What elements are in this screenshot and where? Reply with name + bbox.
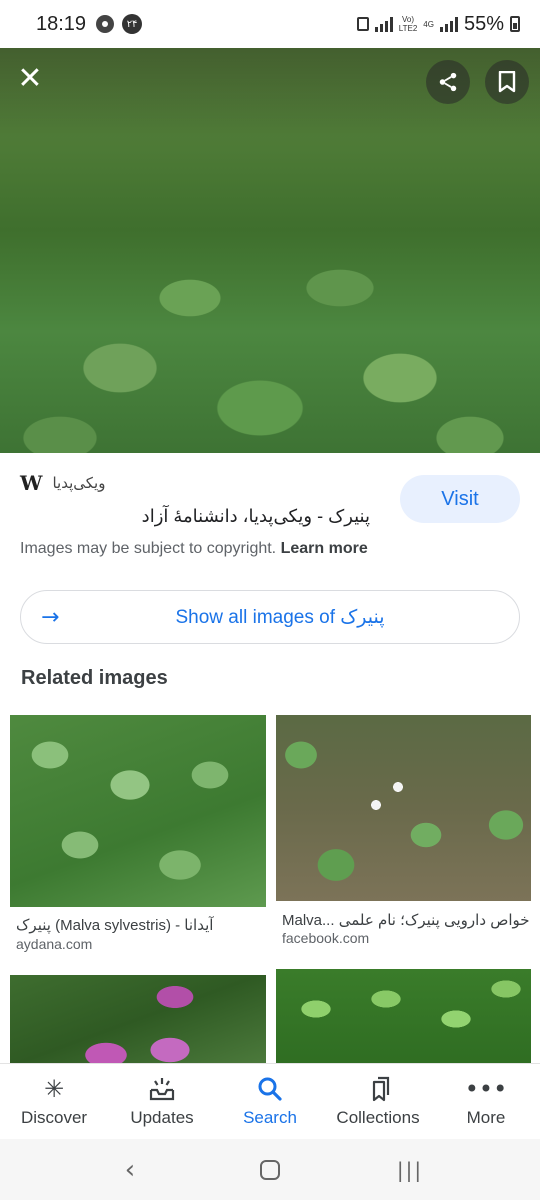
more-icon: ••• bbox=[464, 1074, 508, 1103]
signal-2-icon bbox=[439, 16, 458, 32]
battery-percent: 55% bbox=[463, 12, 504, 35]
back-chevron-icon: ‹ bbox=[124, 1154, 136, 1185]
result-info: ویکی‌پدیا W پنیرک - ویکی‌پدیا، دانشنامهٔ… bbox=[20, 470, 520, 557]
nav-updates[interactable]: Updates bbox=[108, 1064, 216, 1139]
copyright-text: Images may be subject to copyright. bbox=[20, 540, 277, 557]
related-source-1: aydana.com bbox=[16, 936, 93, 952]
close-icon: ✕ bbox=[17, 60, 43, 96]
signal-icon bbox=[374, 16, 393, 32]
nav-collections[interactable]: Collections bbox=[324, 1064, 432, 1139]
learn-more-link[interactable]: Learn more bbox=[281, 540, 368, 557]
bottom-navigation: ✳ Discover Updates Search Collections ••… bbox=[0, 1063, 540, 1139]
source-name: ویکی‌پدیا bbox=[52, 475, 106, 492]
notification-badge: ۲۴ bbox=[122, 14, 143, 34]
nav-search[interactable]: Search bbox=[216, 1064, 324, 1139]
nav-more[interactable]: ••• More bbox=[432, 1064, 540, 1139]
updates-icon bbox=[149, 1077, 175, 1100]
network-top: Vo) bbox=[402, 15, 415, 24]
network-bottom: LTE2 bbox=[398, 24, 418, 33]
hero-image[interactable]: ✕ bbox=[0, 48, 540, 453]
back-button[interactable]: ‹ bbox=[110, 1150, 150, 1190]
arrow-right-icon: → bbox=[41, 604, 60, 630]
nav-discover-label: Discover bbox=[20, 1107, 88, 1127]
home-icon bbox=[260, 1159, 280, 1180]
nav-more-label: More bbox=[466, 1107, 506, 1127]
home-button[interactable] bbox=[250, 1150, 290, 1190]
related-images-heading: Related images bbox=[21, 667, 168, 689]
copyright-notice: Images may be subject to copyright. Lear… bbox=[20, 540, 520, 558]
related-source-2: facebook.com bbox=[282, 930, 370, 946]
related-image-4[interactable] bbox=[276, 969, 531, 1065]
nav-collections-label: Collections bbox=[336, 1107, 420, 1127]
related-image-3[interactable] bbox=[10, 975, 266, 1065]
settings-gear-icon bbox=[96, 15, 115, 33]
status-time: 18:19 bbox=[36, 12, 87, 35]
recents-button[interactable]: ||| bbox=[390, 1150, 430, 1190]
show-all-label: Show all images of پنیرک bbox=[175, 606, 385, 628]
bookmark-button[interactable] bbox=[485, 60, 529, 104]
lock-icon bbox=[356, 17, 369, 31]
show-all-images-button[interactable]: → Show all images of پنیرک bbox=[20, 590, 520, 644]
share-button[interactable] bbox=[426, 60, 470, 104]
asterisk-icon: ✳ bbox=[43, 1074, 65, 1103]
related-caption-1[interactable]: پنیرک (Malva sylvestris) - آیدانا bbox=[16, 916, 266, 934]
recents-icon: ||| bbox=[396, 1157, 424, 1182]
close-button[interactable]: ✕ bbox=[8, 56, 52, 100]
nav-discover[interactable]: ✳ Discover bbox=[0, 1064, 108, 1139]
collections-icon bbox=[372, 1076, 390, 1101]
share-icon bbox=[439, 72, 457, 92]
network-label: Vo) LTE2 bbox=[399, 15, 418, 33]
source-row[interactable]: ویکی‌پدیا W bbox=[20, 470, 370, 496]
bookmark-icon bbox=[498, 71, 516, 93]
network-4g-label: 4G bbox=[423, 19, 434, 29]
nav-updates-label: Updates bbox=[130, 1107, 194, 1127]
related-image-1[interactable] bbox=[10, 715, 266, 907]
status-bar: 18:19 ۲۴ Vo) LTE2 4G 55% bbox=[0, 0, 540, 48]
related-image-2[interactable] bbox=[276, 715, 531, 901]
visit-button[interactable]: Visit bbox=[400, 475, 520, 523]
battery-icon bbox=[510, 16, 520, 32]
nav-search-label: Search bbox=[243, 1107, 297, 1127]
related-caption-2[interactable]: Malva... خواص دارویی پنیرک؛ نام علمی bbox=[282, 911, 532, 929]
search-icon bbox=[258, 1077, 282, 1101]
result-title[interactable]: پنیرک - ویکی‌پدیا، دانشنامهٔ آزاد bbox=[20, 506, 370, 527]
system-navigation: ‹ ||| bbox=[0, 1139, 540, 1200]
wikipedia-logo-icon: W bbox=[20, 471, 43, 495]
